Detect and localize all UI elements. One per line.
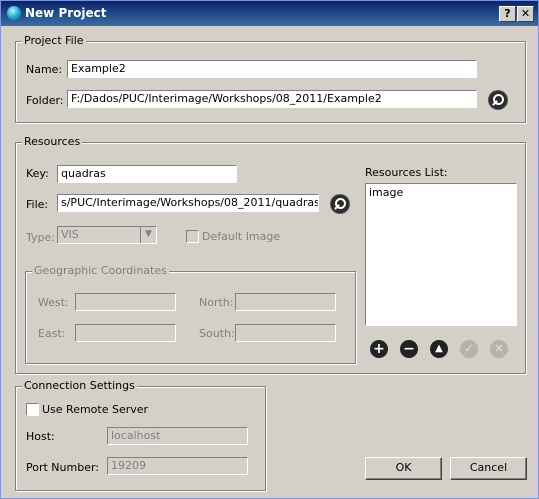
- list-item[interactable]: image: [369, 186, 403, 199]
- move-up-icon[interactable]: ▲: [430, 340, 448, 358]
- key-label: Key:: [26, 167, 49, 180]
- name-input[interactable]: Example2: [67, 60, 477, 78]
- file-browse-icon[interactable]: [331, 195, 349, 213]
- default-image-checkbox[interactable]: [186, 230, 199, 243]
- default-image-label: Default Image: [202, 230, 281, 243]
- port-number-input[interactable]: 19209: [107, 457, 248, 475]
- geographic-coordinates-group: Geographic Coordinates: [25, 264, 356, 364]
- project-file-group: Project File: [15, 34, 526, 123]
- project-file-legend: Project File: [22, 34, 86, 47]
- file-label: File:: [26, 198, 49, 211]
- folder-input[interactable]: F:/Dados/PUC/Interimage/Workshops/08_201…: [67, 90, 477, 108]
- west-input[interactable]: [75, 293, 176, 311]
- key-input[interactable]: quadras: [57, 165, 237, 183]
- cancel-icon[interactable]: ✕: [490, 340, 508, 358]
- resources-legend: Resources: [22, 135, 83, 148]
- folder-label: Folder:: [26, 94, 64, 107]
- north-label: North:: [199, 296, 234, 309]
- chevron-down-icon[interactable]: ▼: [140, 227, 156, 243]
- type-select-value: VIS: [61, 228, 79, 241]
- host-label: Host:: [26, 430, 55, 443]
- north-input[interactable]: [235, 293, 336, 311]
- port-number-label: Port Number:: [26, 461, 100, 474]
- west-label: West:: [38, 296, 69, 309]
- use-remote-server-label: Use Remote Server: [42, 403, 149, 416]
- remove-icon[interactable]: −: [400, 340, 418, 358]
- app-icon: [7, 6, 21, 20]
- resources-list[interactable]: image: [365, 183, 517, 326]
- file-input[interactable]: s/PUC/Interimage/Workshops/08_2011/quadr…: [57, 194, 319, 212]
- name-label: Name:: [26, 63, 63, 76]
- confirm-icon[interactable]: ✓: [460, 340, 478, 358]
- type-select[interactable]: VIS ▼: [57, 226, 157, 244]
- help-button[interactable]: ?: [499, 6, 516, 22]
- type-label: Type:: [26, 231, 55, 244]
- close-button[interactable]: ✕: [517, 6, 534, 22]
- east-input[interactable]: [75, 324, 176, 342]
- add-icon[interactable]: +: [370, 340, 388, 358]
- ok-button[interactable]: OK: [365, 457, 442, 480]
- east-label: East:: [38, 327, 66, 340]
- folder-browse-icon[interactable]: [489, 91, 507, 109]
- connection-settings-legend: Connection Settings: [22, 379, 137, 392]
- resources-list-label: Resources List:: [365, 166, 448, 179]
- south-label: South:: [199, 327, 235, 340]
- use-remote-server-checkbox[interactable]: [26, 403, 39, 416]
- south-input[interactable]: [235, 324, 336, 342]
- new-project-dialog: New Project ? ✕ Project File Name: Examp…: [0, 0, 539, 499]
- title-bar[interactable]: New Project ? ✕: [1, 1, 538, 26]
- host-input[interactable]: localhost: [107, 427, 248, 445]
- geographic-coordinates-legend: Geographic Coordinates: [32, 264, 169, 277]
- cancel-button[interactable]: Cancel: [450, 457, 527, 480]
- window-title: New Project: [25, 6, 107, 20]
